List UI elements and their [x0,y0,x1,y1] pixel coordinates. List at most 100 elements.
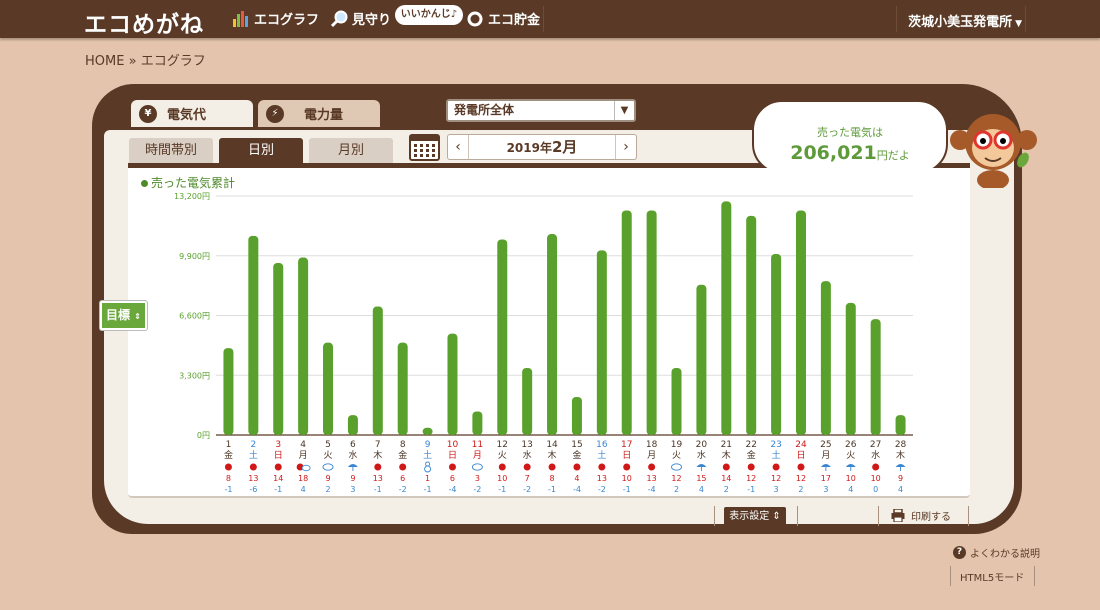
bar[interactable] [721,201,732,435]
sun-icon [623,463,631,471]
yen-icon: ¥ [139,104,157,123]
bar[interactable] [323,342,334,435]
x-tick-weekday: 金 [224,449,233,461]
bar[interactable] [472,411,483,435]
status-bubble: いいかんじ♪ [395,5,463,25]
x-tick-weekday: 月 [821,450,830,461]
next-month-button[interactable]: › [616,135,636,159]
x-tick-weekday: 土 [249,449,258,461]
x-tick-day: 8 [400,440,406,450]
bar[interactable] [422,427,433,435]
bar[interactable] [347,415,358,435]
temp-low: 2 [724,485,729,494]
temp-high: 12 [796,474,806,483]
top-bar: エコめがね エコグラフ 見守り いいかんじ♪ エコ貯金 茨城小美玉発電所 ▼ [0,0,1100,38]
area-select-value: 発電所全体 [454,103,515,117]
x-tick-weekday: 金 [572,449,581,461]
x-tick-day: 13 [521,440,532,450]
x-tick-day: 27 [870,440,881,450]
temp-low: 4 [898,485,903,494]
bar[interactable] [696,284,707,435]
temp-low: 3 [350,485,355,494]
temp-high: 10 [871,474,881,483]
nav-monitor[interactable]: 見守り [330,9,391,28]
calendar-icon[interactable] [409,134,440,161]
current-year-label: 2019年 [506,141,552,155]
bar[interactable] [273,262,284,435]
bar[interactable] [621,210,632,435]
x-tick-weekday: 水 [523,449,532,461]
bar[interactable] [895,415,906,435]
x-tick-weekday: 土 [597,449,606,461]
plant-dropdown[interactable]: 茨城小美玉発電所 ▼ [908,11,1022,30]
x-tick-weekday: 日 [622,450,631,461]
breadcrumb-home[interactable]: HOME [85,54,124,69]
x-tick-day: 25 [820,440,831,450]
temp-high: 7 [525,474,530,483]
bar[interactable] [223,348,234,435]
temp-high: 6 [400,474,405,483]
bar[interactable] [372,306,383,435]
temp-low: -2 [523,485,531,494]
cloud-icon [301,464,311,472]
tab-electricity-amount[interactable]: ⚡ 電力量 [258,100,380,127]
sold-suffix: 円だよ [876,149,910,162]
daily-sales-chart: 0円3,300円6,600円9,900円13,200円1金8-12土13-63日… [174,192,913,494]
nav-eco-savings[interactable]: エコ貯金 [466,9,540,28]
tab-daily[interactable]: 日別 [219,138,303,164]
bar[interactable] [845,302,856,435]
html5-mode-link[interactable]: HTML5モード [960,569,1024,584]
temp-low: 3 [774,485,779,494]
bar[interactable] [298,257,309,435]
bar[interactable] [571,396,582,435]
nav-eco-graph[interactable]: エコグラフ [232,9,319,28]
bar[interactable] [547,234,558,435]
temp-high: 10 [846,474,856,483]
x-tick-weekday: 月 [473,450,482,461]
lightning-icon: ⚡ [266,104,284,123]
umbrella-icon [845,464,856,467]
tab-electricity-cost[interactable]: ¥ 電気代 [131,100,253,127]
x-tick-day: 24 [795,440,807,450]
bar[interactable] [820,281,831,435]
bar[interactable] [248,235,259,435]
bar[interactable] [746,215,757,435]
bar[interactable] [870,319,881,435]
bar[interactable] [795,210,806,435]
x-tick-weekday: 火 [846,450,855,461]
tab-hourly[interactable]: 時間帯別 [129,138,213,164]
app-logo[interactable]: エコめがね [84,5,204,39]
bar[interactable] [397,342,408,435]
temp-low: -1 [747,485,755,494]
nav-eco-graph-label: エコグラフ [254,13,320,28]
tab-monthly[interactable]: 月別 [309,138,393,164]
sun-icon [399,463,407,471]
bar[interactable] [646,210,657,435]
temp-high: 9 [325,474,330,483]
bar[interactable] [497,239,508,435]
temp-low: 3 [823,485,828,494]
control-divider [1034,566,1035,586]
prev-month-button[interactable]: ‹ [448,135,468,159]
display-settings-button[interactable]: 表示設定 ⇕ [724,507,786,526]
x-tick-day: 2 [250,440,256,450]
bar[interactable] [771,253,782,435]
cloud-icon [322,463,334,471]
bar[interactable] [522,368,533,435]
print-button[interactable]: 印刷する [891,508,951,523]
sun-icon [523,463,531,471]
sun-icon [747,463,755,471]
goal-button[interactable]: 目標 ⇕ [100,301,147,330]
sort-arrows-icon: ⇕ [772,511,781,522]
help-link[interactable]: ? よくわかる説明 [953,545,1040,560]
sun-icon [598,463,606,471]
bar[interactable] [596,250,607,435]
area-select[interactable]: 発電所全体 ▼ [446,99,636,122]
x-tick-day: 12 [497,440,508,450]
bar[interactable] [671,368,682,435]
temp-high: 4 [574,474,579,483]
temp-high: 9 [898,474,903,483]
x-tick-weekday: 木 [896,449,905,461]
temp-high: 8 [550,474,555,483]
bar[interactable] [447,333,458,435]
